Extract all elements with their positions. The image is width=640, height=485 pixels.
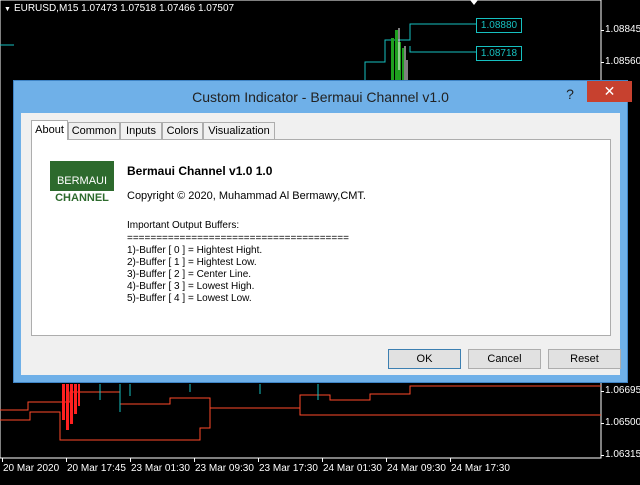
y-axis-label: 1.08845	[605, 24, 640, 35]
symbol-quote-text: EURUSD,M15 1.07473 1.07518 1.07466 1.075…	[13, 3, 235, 14]
x-axis-label: 24 Mar 17:30	[451, 463, 510, 474]
ask-marker-icon	[470, 0, 478, 5]
y-axis-label: 1.08560	[605, 56, 640, 67]
channel-lowest-high-line	[0, 385, 601, 411]
copyright-text: Copyright © 2020, Muhammad Al Bermawy,CM…	[127, 190, 366, 202]
bull-candles	[391, 30, 404, 80]
tab-common[interactable]: Common	[68, 122, 120, 139]
x-axis-label: 23 Mar 17:30	[259, 463, 318, 474]
y-axis-tick	[601, 30, 604, 31]
price-tag-highest-low: 1.08718	[476, 46, 522, 61]
description-line: Important Output Buffers:	[127, 220, 240, 231]
y-axis-tick	[601, 62, 604, 63]
close-button[interactable]: ✕	[587, 81, 632, 102]
reset-button[interactable]: Reset	[548, 349, 621, 369]
dialog-title-bar[interactable]: Custom Indicator - Bermaui Channel v1.0 …	[14, 81, 632, 113]
chart-symbol-header: ▼ EURUSD,M15 1.07473 1.07518 1.07466 1.07…	[4, 3, 234, 14]
description-line: 1)-Buffer [ 0 ] = Hightest Hight.	[127, 245, 263, 256]
x-axis-label: 20 Mar 2020	[3, 463, 60, 474]
channel-lowest-low-line	[0, 407, 601, 441]
bear-candles	[62, 384, 80, 430]
bermaui-channel-logo: BERMAUI CHANNEL	[50, 161, 114, 205]
tab-visualization[interactable]: Visualization	[203, 122, 275, 139]
custom-indicator-dialog: Custom Indicator - Bermaui Channel v1.0 …	[13, 80, 632, 383]
x-axis-tick	[386, 458, 387, 462]
description-line: 3)-Buffer [ 2 ] = Center Line.	[127, 269, 252, 280]
help-button[interactable]: ?	[562, 85, 578, 103]
description-line: 5)-Buffer [ 4 ] = Lowest Low.	[127, 293, 252, 304]
y-axis-label: 1.06695	[605, 385, 640, 396]
x-axis-tick	[66, 458, 67, 462]
x-axis-tick	[450, 458, 451, 462]
x-axis-label: 24 Mar 01:30	[323, 463, 382, 474]
price-tag-highest: 1.08880	[476, 18, 522, 33]
x-axis-label: 23 Mar 09:30	[195, 463, 254, 474]
tab-colors[interactable]: Colors	[162, 122, 203, 139]
x-axis-tick	[322, 458, 323, 462]
indicator-name: Bermaui Channel v1.0 1.0	[127, 164, 273, 178]
channel-highest-low-line	[409, 46, 476, 53]
y-axis-tick	[601, 455, 604, 456]
tab-about[interactable]: About	[31, 120, 68, 140]
about-panel: BERMAUI CHANNEL Bermaui Channel v1.0 1.0…	[31, 139, 611, 336]
x-axis-tick	[258, 458, 259, 462]
x-axis-label: 23 Mar 01:30	[131, 463, 190, 474]
y-axis-label: 1.06315	[605, 449, 640, 460]
x-axis-tick	[194, 458, 195, 462]
y-axis-tick	[601, 423, 604, 424]
x-axis-tick	[2, 458, 3, 462]
ok-button[interactable]: OK	[388, 349, 461, 369]
tab-inputs[interactable]: Inputs	[120, 122, 162, 139]
logo-bottom-text: CHANNEL	[55, 192, 109, 204]
dialog-client-area: About Common Inputs Colors Visualization…	[21, 113, 621, 375]
logo-top-text: BERMAUI	[50, 161, 114, 191]
y-axis-tick	[601, 391, 604, 392]
y-axis-label: 1.06500	[605, 417, 640, 428]
description-line: 2)-Buffer [ 1 ] = Hightest Low.	[127, 257, 257, 268]
x-axis-label: 20 Mar 17:45	[67, 463, 126, 474]
cancel-button[interactable]: Cancel	[468, 349, 541, 369]
x-axis-tick	[130, 458, 131, 462]
collapse-arrow-icon[interactable]: ▼	[4, 6, 11, 13]
description-line: 4)-Buffer [ 3 ] = Lowest High.	[127, 281, 255, 292]
dialog-title: Custom Indicator - Bermaui Channel v1.0	[192, 89, 449, 105]
description-line: ======================================	[127, 233, 349, 244]
x-axis-label: 24 Mar 09:30	[387, 463, 446, 474]
